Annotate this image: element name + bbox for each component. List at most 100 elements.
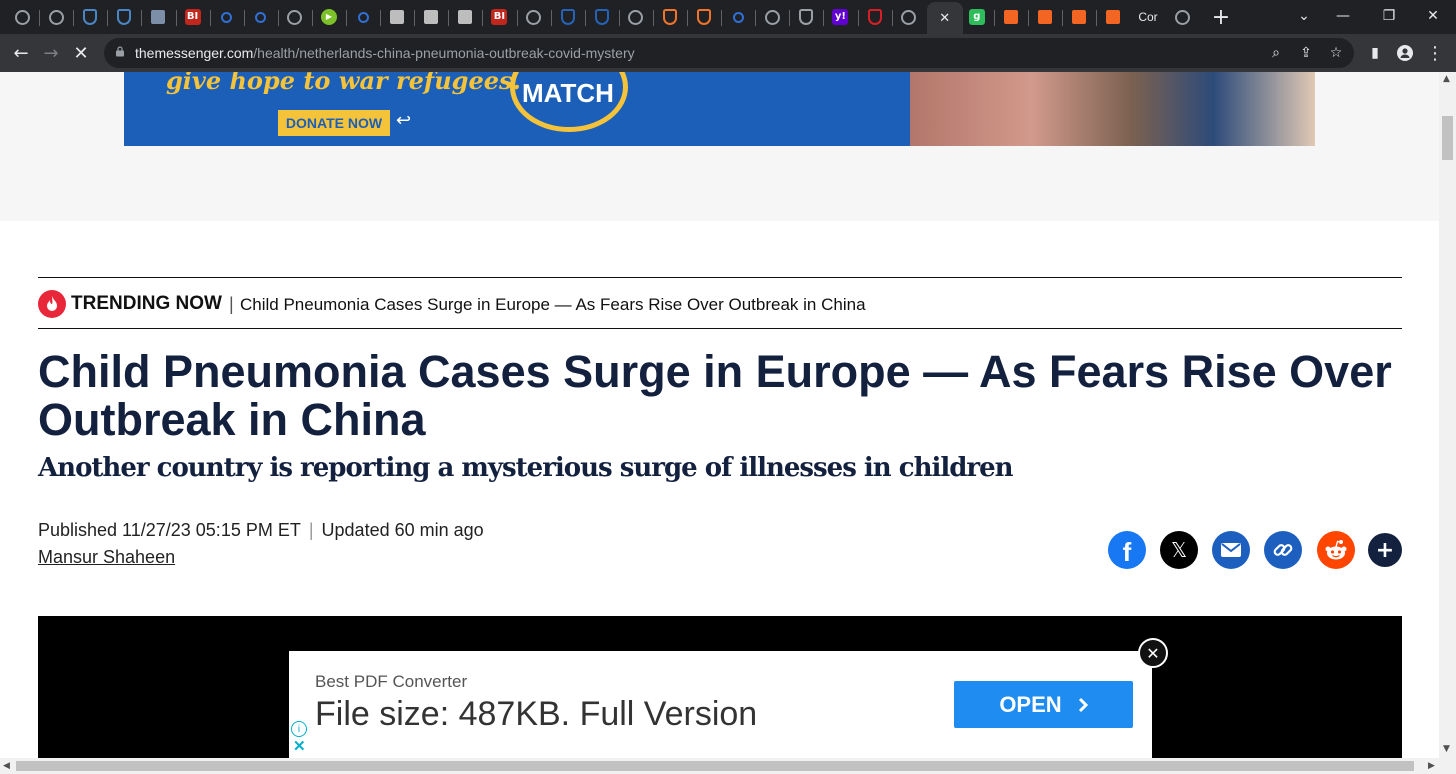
globe-icon <box>14 9 30 25</box>
g-logo-icon: g <box>968 9 985 25</box>
tab[interactable] <box>859 4 891 30</box>
zoom-button[interactable]: ⌕ <box>1266 43 1286 63</box>
updated-time: Updated 60 min ago <box>321 520 484 540</box>
tab[interactable] <box>586 4 618 30</box>
tab[interactable] <box>279 4 311 30</box>
tab[interactable] <box>211 4 243 30</box>
tab[interactable] <box>1029 4 1061 30</box>
cube-icon <box>560 9 575 25</box>
bookmark-icon <box>424 10 439 24</box>
address-bar[interactable]: themessenger.com/health/netherlands-chin… <box>104 38 1354 68</box>
share-more-button[interactable]: + <box>1368 533 1402 567</box>
play-icon: ▶ <box>320 9 337 25</box>
tab[interactable]: ✕ <box>926 2 963 34</box>
x-logo-icon: 𝕏 <box>1170 538 1188 562</box>
globe-icon <box>48 9 64 25</box>
meta-separator: | <box>308 520 314 540</box>
side-panel-icon: ▮ <box>1371 45 1379 61</box>
trending-separator: | <box>229 294 234 314</box>
trending-link[interactable]: Child Pneumonia Cases Surge in Europe — … <box>240 295 866 315</box>
stop-button[interactable]: ✕ <box>66 38 96 68</box>
back-button[interactable]: ← <box>6 38 36 68</box>
cube-icon <box>594 9 609 25</box>
plus-icon: + <box>1211 4 1231 30</box>
forward-button[interactable]: → <box>36 38 66 68</box>
tab[interactable]: g <box>961 4 993 30</box>
restore-button[interactable]: ❐ <box>1366 0 1412 32</box>
tab[interactable] <box>1063 4 1095 30</box>
tab[interactable]: BI <box>483 4 515 30</box>
share-reddit-button[interactable] <box>1317 531 1355 569</box>
adchoices-badge[interactable]: i ✕ <box>290 720 308 756</box>
search-icon <box>255 11 267 23</box>
tab[interactable] <box>449 4 481 30</box>
horizontal-scrollbar[interactable]: ◀ ▶ <box>0 758 1456 774</box>
tab[interactable] <box>995 4 1027 30</box>
globe-icon <box>287 9 303 25</box>
profile-button[interactable] <box>1390 38 1420 68</box>
tab[interactable] <box>347 4 379 30</box>
bookmark-star-button[interactable]: ☆ <box>1326 43 1346 63</box>
tab[interactable] <box>688 4 720 30</box>
tab[interactable] <box>415 4 447 30</box>
tab[interactable] <box>1097 4 1129 30</box>
ad-close-button[interactable]: ✕ <box>1138 638 1168 668</box>
side-panel-button[interactable]: ▮ <box>1360 38 1390 68</box>
scroll-up-icon[interactable]: ▲ <box>1443 74 1450 84</box>
scrollbar-thumb[interactable] <box>1442 116 1453 160</box>
scroll-left-icon[interactable]: ◀ <box>3 761 10 771</box>
tab[interactable] <box>108 4 140 30</box>
close-icon[interactable]: ✕ <box>937 10 953 26</box>
search-icon <box>732 11 744 23</box>
tab-globe[interactable] <box>1166 4 1198 30</box>
tab[interactable]: ▶ <box>313 4 345 30</box>
new-tab-button[interactable]: + <box>1205 4 1237 30</box>
globe-icon <box>901 9 917 25</box>
facebook-icon: f <box>1122 536 1132 567</box>
share-email-button[interactable] <box>1212 531 1250 569</box>
tab[interactable] <box>6 4 38 30</box>
tab[interactable] <box>790 4 822 30</box>
pdf-converter-ad[interactable]: Best PDF Converter File size: 487KB. Ful… <box>289 651 1152 758</box>
tab-cor[interactable]: Cor <box>1133 4 1163 30</box>
yahoo-icon: y! <box>832 9 849 25</box>
minimize-button[interactable]: — <box>1320 0 1366 32</box>
vertical-scrollbar[interactable]: ▲ ▼ <box>1439 72 1456 758</box>
tab[interactable] <box>245 4 277 30</box>
menu-button[interactable]: ⋮ <box>1420 38 1450 68</box>
tab[interactable] <box>381 4 413 30</box>
scroll-right-icon[interactable]: ▶ <box>1428 761 1435 771</box>
globe-icon <box>764 9 780 25</box>
scroll-down-icon[interactable]: ▼ <box>1443 744 1450 754</box>
tab[interactable] <box>620 4 652 30</box>
author-link[interactable]: Mansur Shaheen <box>38 547 175 568</box>
tab[interactable] <box>722 4 754 30</box>
donation-ad-banner[interactable]: give hope to war refugees. DONATE NOW ↩ … <box>124 72 1315 146</box>
tab[interactable]: BI <box>177 4 209 30</box>
donate-now-button[interactable]: DONATE NOW <box>278 110 390 136</box>
shield-outline-icon <box>662 9 677 25</box>
share-copy-link-button[interactable] <box>1264 531 1302 569</box>
share-x-button[interactable]: 𝕏 <box>1160 531 1198 569</box>
tab[interactable] <box>142 4 174 30</box>
kebab-menu-icon: ⋮ <box>1426 42 1444 64</box>
tab[interactable] <box>893 4 925 30</box>
tab[interactable] <box>756 4 788 30</box>
bookmark-icon <box>458 10 473 24</box>
tab[interactable] <box>74 4 106 30</box>
tab[interactable] <box>654 4 686 30</box>
page-content: give hope to war refugees. DONATE NOW ↩ … <box>0 72 1439 758</box>
close-window-button[interactable]: ✕ <box>1410 0 1456 32</box>
tab[interactable] <box>40 4 72 30</box>
share-page-button[interactable]: ⇪ <box>1296 43 1316 63</box>
globe-icon <box>628 9 644 25</box>
tab[interactable] <box>552 4 584 30</box>
scrollbar-thumb[interactable] <box>16 761 1414 771</box>
share-facebook-button[interactable]: f <box>1108 531 1146 569</box>
close-icon: ✕ <box>73 42 89 64</box>
tab-label: Cor <box>1138 10 1158 24</box>
tab[interactable]: y! <box>824 4 856 30</box>
ad-open-button[interactable]: OPEN <box>954 681 1133 728</box>
match-badge-label: MATCH <box>522 78 614 108</box>
tab[interactable] <box>518 4 550 30</box>
